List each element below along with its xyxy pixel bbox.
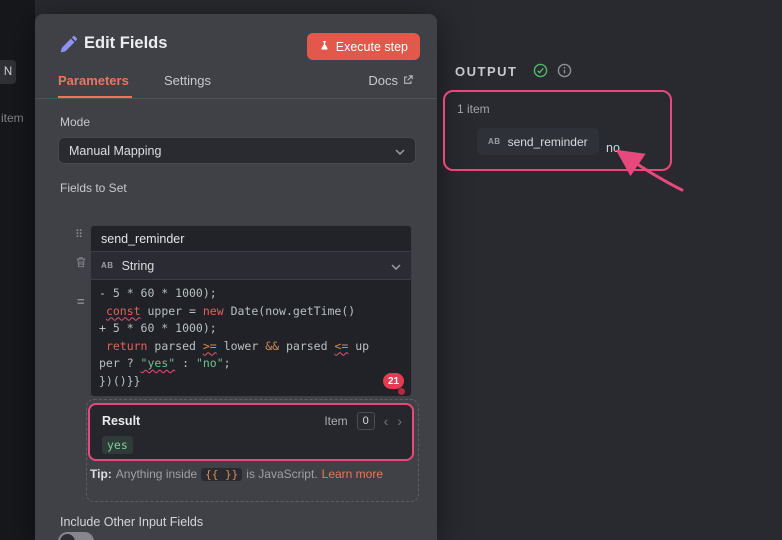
tip-text-before: Anything inside: [116, 467, 197, 481]
success-check-icon: [533, 63, 548, 83]
edit-fields-panel: Edit Fields Execute step Parameters Sett…: [35, 14, 437, 540]
include-other-fields-toggle[interactable]: [58, 532, 94, 540]
trash-icon[interactable]: [75, 255, 87, 273]
drag-handle-icon[interactable]: ⠿: [75, 228, 83, 241]
result-item-index[interactable]: 0: [357, 412, 375, 430]
tab-parameters[interactable]: Parameters: [58, 73, 129, 88]
info-icon[interactable]: [557, 63, 572, 83]
execute-step-label: Execute step: [336, 40, 408, 54]
tab-settings[interactable]: Settings: [164, 73, 211, 88]
flask-icon: [319, 40, 330, 54]
field-type-select[interactable]: AB String: [90, 252, 412, 280]
output-item-count: 1 item: [457, 102, 490, 116]
sidebar-fragment-item: item: [1, 111, 24, 125]
chevron-down-icon: [395, 144, 405, 158]
code-editor[interactable]: - 5 * 60 * 1000); const upper = new Date…: [90, 280, 412, 397]
fields-to-set-label: Fields to Set: [60, 181, 127, 195]
result-next-button[interactable]: ›: [397, 414, 402, 428]
field-type-value: String: [122, 259, 383, 273]
panel-title: Edit Fields: [84, 34, 167, 53]
result-preview-box: Result Item 0 ‹ › yes: [88, 403, 414, 461]
mode-label: Mode: [60, 115, 90, 129]
chevron-down-icon: [391, 257, 401, 275]
tip-text-after: is JavaScript.: [246, 467, 317, 481]
sidebar-fragment-label: N: [4, 66, 12, 78]
result-item-label: Item: [324, 414, 347, 428]
tip-bar: Tip: Anything inside {{ }} is JavaScript…: [90, 467, 420, 481]
background-sidebar: N item: [0, 0, 35, 540]
external-link-icon: [403, 73, 413, 88]
include-other-fields-label: Include Other Input Fields: [60, 515, 203, 529]
result-label: Result: [102, 414, 140, 428]
docs-link[interactable]: Docs: [368, 73, 413, 88]
docs-label: Docs: [368, 73, 398, 88]
mode-select-value: Manual Mapping: [69, 144, 161, 158]
field-name-input[interactable]: [90, 225, 412, 252]
issue-count-badge: 21: [383, 373, 404, 389]
expression-toggle-icon[interactable]: =: [77, 294, 85, 309]
sidebar-fragment-button[interactable]: N: [0, 60, 16, 84]
learn-more-link[interactable]: Learn more: [322, 467, 383, 481]
braces-chip: {{ }}: [201, 468, 242, 481]
tabs-divider: [35, 98, 437, 99]
app-root: N item Edit Fields Execute step Paramete…: [0, 0, 782, 540]
issue-dot: [398, 388, 405, 395]
toggle-knob: [60, 534, 75, 540]
output-field-pill[interactable]: AB send_reminder: [477, 128, 599, 155]
tip-prefix: Tip:: [90, 467, 112, 481]
execute-step-button[interactable]: Execute step: [307, 33, 420, 60]
string-type-icon: AB: [101, 261, 114, 270]
pencil-icon: [59, 36, 77, 54]
string-type-icon: AB: [488, 137, 501, 146]
output-field-name: send_reminder: [508, 135, 588, 149]
annotation-arrow: [596, 136, 706, 206]
output-title: OUTPUT: [455, 64, 517, 79]
result-prev-button[interactable]: ‹: [384, 414, 389, 428]
result-value: yes: [102, 436, 133, 454]
mode-select[interactable]: Manual Mapping: [58, 137, 416, 164]
